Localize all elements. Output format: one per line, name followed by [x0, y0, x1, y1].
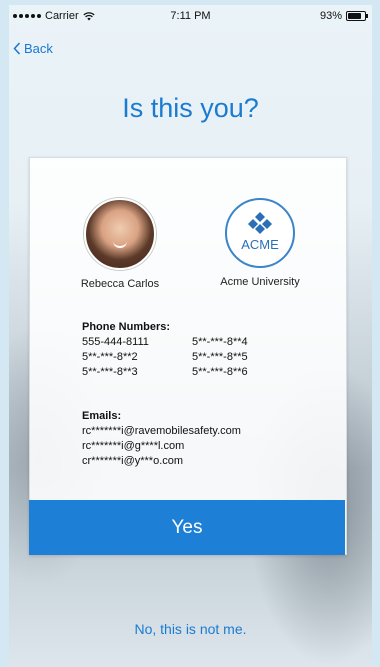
app-screen: Carrier 7:11 PM 93% Back Is this you? Re… [9, 5, 372, 667]
acme-logo: ACME [225, 198, 295, 268]
email-address: rc*******i@ravemobilesafety.com [82, 425, 241, 437]
person-name: Rebecca Carlos [80, 278, 160, 290]
emails-section: Emails: rc*******i@ravemobilesafety.com … [82, 410, 241, 470]
back-button[interactable]: Back [13, 41, 53, 56]
organization-name: Acme University [220, 276, 300, 288]
battery-icon [346, 11, 368, 21]
battery-level [348, 13, 361, 19]
battery-status: 93% [319, 10, 368, 22]
identity-card: Rebecca Carlos ACME Acme University Phon… [29, 157, 347, 555]
not-me-link[interactable]: No, this is not me. [9, 621, 372, 637]
yes-button[interactable]: Yes [29, 500, 345, 555]
phone-number: 5**-***-8**4 [192, 336, 248, 348]
email-address: rc*******i@g****l.com [82, 440, 185, 452]
battery-percent: 93% [319, 10, 342, 22]
phone-number: 5**-***-8**5 [192, 351, 248, 363]
phone-number: 5**-***-8**6 [192, 366, 248, 378]
emails-heading: Emails: [82, 410, 122, 422]
avatar [84, 198, 156, 270]
phones-heading: Phone Numbers: [82, 321, 171, 333]
chevron-left-icon [13, 42, 21, 55]
phone-list: 555-444-8111 5**-***-8**4 5**-***-8**2 5… [82, 336, 302, 378]
page-title: Is this you? [122, 93, 259, 123]
acme-logo-text: ACME [241, 237, 279, 252]
phone-number: 555-444-8111 [82, 336, 149, 348]
phone-number: 5**-***-8**2 [82, 351, 138, 363]
phone-numbers-section: Phone Numbers: 555-444-8111 5**-***-8**4… [82, 321, 302, 378]
phone-number: 5**-***-8**3 [82, 366, 138, 378]
organization-profile: ACME Acme University [190, 198, 330, 288]
status-bar: Carrier 7:11 PM 93% [9, 5, 372, 27]
back-label: Back [24, 41, 53, 56]
email-address: cr*******i@y***o.com [82, 455, 184, 467]
status-time: 7:11 PM [170, 10, 211, 22]
person-profile: Rebecca Carlos [50, 198, 190, 290]
diamonds-icon [248, 212, 272, 234]
